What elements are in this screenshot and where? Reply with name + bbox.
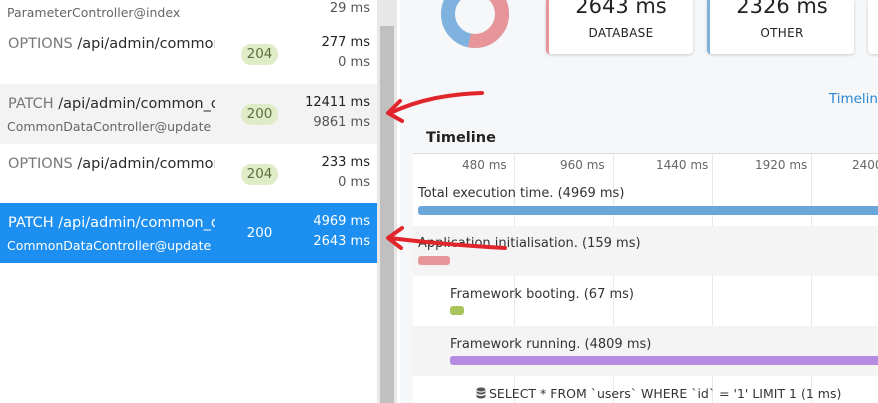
annotation-arrow <box>388 236 507 250</box>
annotation-arrow <box>388 91 484 115</box>
annotation-arrows <box>386 91 507 250</box>
